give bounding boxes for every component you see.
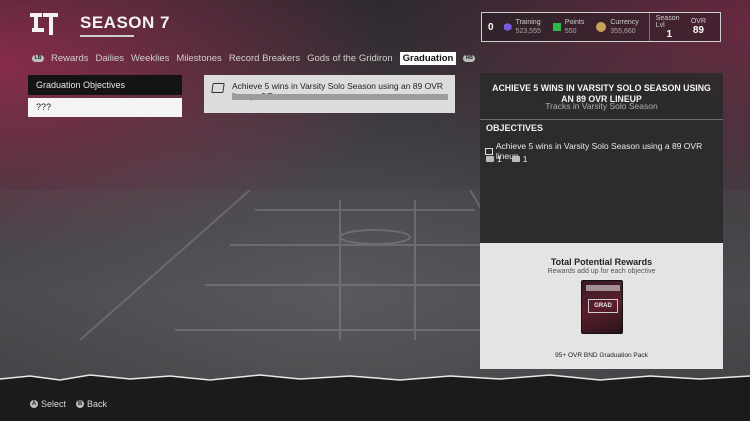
graduation-objectives-heading[interactable]: Graduation Objectives (28, 75, 182, 95)
tab-bar: LB Rewards Dailies Weeklies Milestones R… (32, 52, 476, 65)
torn-paper-footer (0, 374, 750, 421)
points-label: Points (564, 19, 585, 26)
objective-card[interactable]: Achieve 5 wins in Varsity Solo Season us… (204, 75, 455, 113)
ovr-label: OVR (690, 18, 706, 25)
select-prompt[interactable]: A Select (30, 399, 66, 409)
detail-objective-text: Achieve 5 wins in Varsity Solo Season us… (495, 141, 703, 161)
points-value: 550 (564, 28, 577, 35)
reward-2-count: 1 (522, 154, 528, 164)
tab-record-breakers[interactable]: Record Breakers (229, 53, 300, 64)
training-value: 523,555 (515, 28, 541, 35)
tab-weeklies[interactable]: Weeklies (131, 53, 169, 64)
reward-pack-icon (486, 156, 494, 162)
pack-name: 95+ OVR BND Graduation Pack (555, 352, 648, 359)
season-title-underline (80, 35, 134, 37)
graduation-pack-image: GRAD (581, 280, 623, 334)
season-lvl-value: 1 (666, 28, 673, 40)
tab-dailies[interactable]: Dailies (96, 53, 125, 64)
rewards-heading: Total Potential Rewards (550, 257, 653, 267)
currency-label: Currency (610, 19, 639, 26)
stat-count: 0 (488, 21, 494, 33)
tab-gods-of-the-gridiron[interactable]: Gods of the Gridiron (307, 53, 393, 64)
back-label: Back (87, 399, 108, 409)
back-prompt[interactable]: B Back (76, 399, 107, 409)
divider (480, 119, 723, 120)
season-title: SEASON 7 (80, 13, 170, 32)
rewards-subheading: Rewards add up for each objective (547, 268, 656, 275)
training-icon (503, 23, 512, 31)
tab-graduation[interactable]: Graduation (399, 52, 457, 65)
pack-label: GRAD (588, 299, 618, 313)
left-bumper-icon[interactable]: LB (32, 55, 44, 62)
points-icon (552, 23, 561, 31)
objective-detail-panel: ACHIEVE 5 WINS IN VARSITY SOLO SEASON US… (480, 73, 723, 369)
stats-bar: 0 Training 523,555 Points 550 Currency 355,… (481, 12, 721, 42)
training-label: Training (515, 19, 541, 26)
b-button-icon: B (76, 400, 85, 408)
a-button-icon: A (30, 400, 38, 408)
objective-list-item[interactable]: ??? (28, 98, 182, 117)
rewards-section: Total Potential Rewards Rewards add up f… (480, 243, 723, 369)
right-bumper-icon[interactable]: RB (463, 55, 476, 62)
objective-progress-bar (232, 94, 448, 100)
detail-subtitle: Tracks in Varsity Solo Season (545, 101, 658, 111)
reward-1-count: 1 (497, 154, 502, 164)
select-label: Select (41, 399, 67, 409)
objectives-heading: OBJECTIVES (486, 123, 544, 133)
button-prompts: A Select B Back (30, 399, 107, 409)
ovr-value: 89 (692, 25, 704, 36)
objective-rewards: 1 1 (486, 154, 527, 164)
currency-value: 355,660 (610, 28, 636, 35)
tab-milestones[interactable]: Milestones (176, 53, 221, 64)
college-football-logo-icon (30, 13, 58, 35)
checkbox-icon (211, 83, 225, 93)
currency-icon (596, 22, 607, 32)
season-lvl-label: Season Lvl (655, 14, 680, 29)
reward-pack-icon (511, 156, 520, 162)
tab-rewards[interactable]: Rewards (51, 53, 89, 64)
